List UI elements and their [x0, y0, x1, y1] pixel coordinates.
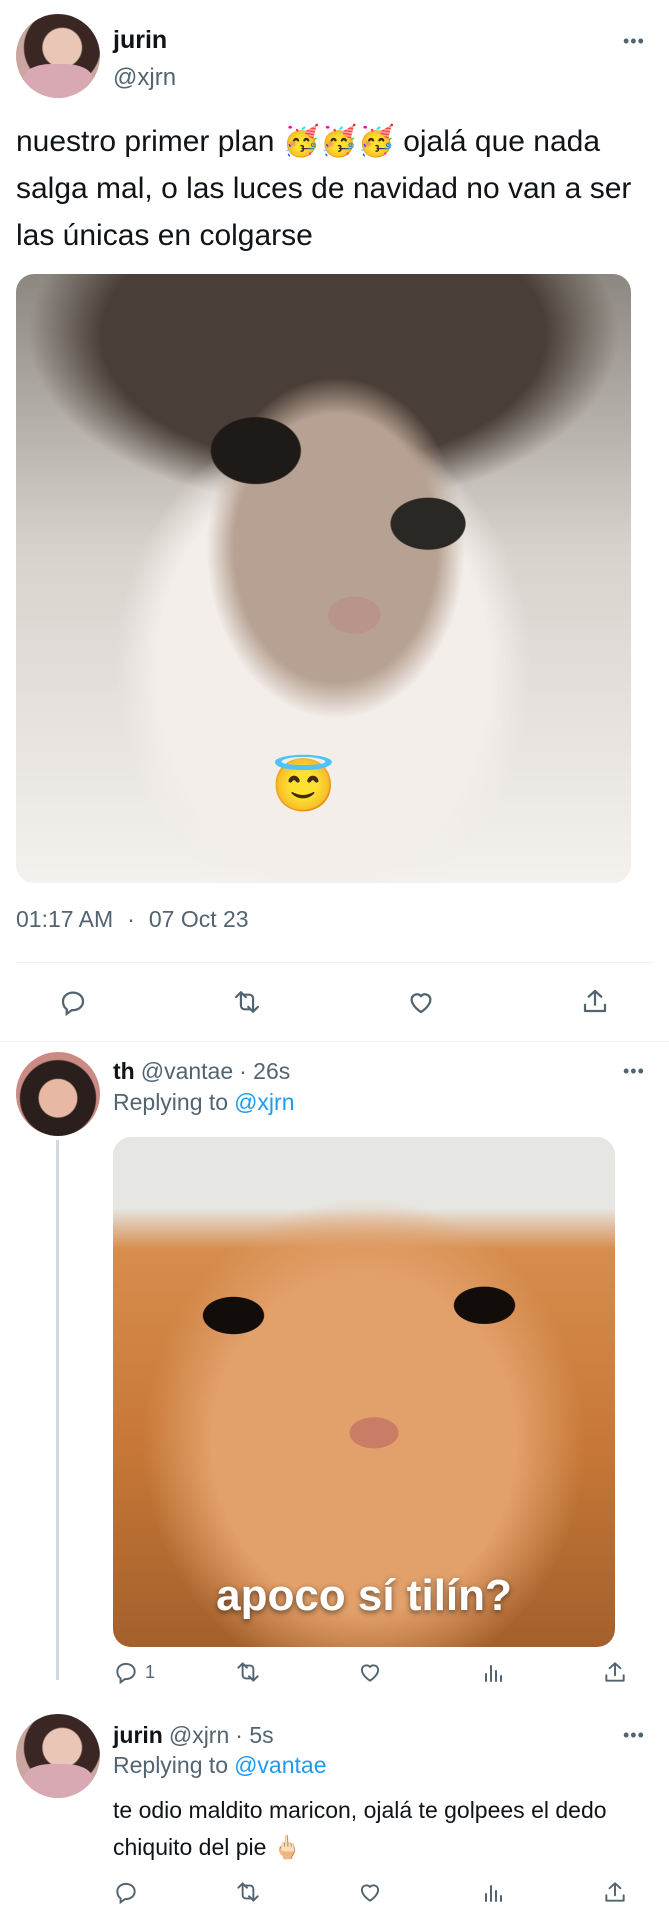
like-icon — [410, 993, 432, 1014]
retweet-icon — [234, 991, 260, 1013]
share-button[interactable] — [602, 1658, 628, 1686]
replying-to-handle[interactable]: @vantae — [234, 1752, 326, 1779]
reply-count: 1 — [145, 1661, 156, 1682]
reply-icon — [61, 991, 85, 1017]
reply-button[interactable]: 1 — [113, 1659, 155, 1685]
reply-button[interactable] — [58, 987, 88, 1017]
more-horizontal-icon[interactable]: ••• — [623, 32, 645, 50]
tweet-date[interactable]: 07 Oct 23 — [149, 906, 249, 933]
avatar[interactable] — [16, 14, 100, 98]
retweet-button[interactable] — [230, 987, 264, 1017]
reply-button[interactable] — [113, 1879, 139, 1905]
tweet-image[interactable]: 😇 — [16, 274, 631, 883]
reply-header: jurin @xjrn · 5s — [113, 1722, 274, 1749]
like-icon — [360, 1664, 380, 1682]
more-horizontal-icon[interactable]: ••• — [623, 1062, 645, 1080]
divider — [0, 1041, 669, 1042]
like-button[interactable] — [356, 1659, 384, 1685]
tweet-text: nuestro primer plan 🥳🥳🥳 ojalá que nada s… — [16, 125, 632, 252]
retweet-button[interactable] — [233, 1659, 263, 1685]
author-display-name[interactable]: th — [113, 1058, 135, 1085]
divider — [16, 962, 653, 963]
reply-image[interactable]: apoco sí tilín? — [113, 1137, 615, 1647]
image-caption: apoco sí tilín? — [216, 1571, 512, 1620]
reply-text: te odio maldito maricon, ojalá te golpee… — [113, 1797, 607, 1860]
replying-to: Replying to @vantae — [113, 1752, 326, 1779]
tweet-time[interactable]: 01:17 AM — [16, 906, 113, 933]
replying-to: Replying to @xjrn — [113, 1089, 295, 1116]
like-button[interactable] — [356, 1879, 384, 1905]
author-handle[interactable]: @xjrn — [169, 1722, 229, 1749]
retweet-icon — [237, 1662, 259, 1682]
share-button[interactable] — [580, 985, 610, 1017]
avatar[interactable] — [16, 1052, 100, 1136]
reply-time[interactable]: · 26s — [239, 1058, 290, 1085]
like-button[interactable] — [405, 987, 437, 1017]
reply-header: th @vantae · 26s — [113, 1058, 290, 1085]
author-display-name[interactable]: jurin — [113, 1722, 163, 1749]
reply-icon — [116, 1882, 136, 1905]
retweet-icon — [237, 1882, 259, 1902]
views-button[interactable] — [481, 1880, 505, 1906]
replying-to-label: Replying to — [113, 1089, 229, 1115]
author-handle[interactable]: @vantae — [141, 1058, 233, 1085]
replying-to-handle[interactable]: @xjrn — [234, 1089, 294, 1116]
share-icon — [583, 989, 607, 1013]
timestamp-separator: · — [127, 906, 135, 932]
replying-to-label: Replying to — [113, 1752, 229, 1778]
share-icon — [605, 1662, 625, 1682]
tweet-timestamp: 01:17 AM · 07 Oct 23 — [16, 906, 249, 933]
share-button[interactable] — [602, 1878, 628, 1906]
views-button[interactable] — [481, 1660, 505, 1686]
more-horizontal-icon[interactable]: ••• — [623, 1726, 645, 1744]
views-icon — [485, 1885, 502, 1902]
author-display-name[interactable]: jurin — [113, 26, 167, 55]
like-icon — [360, 1884, 380, 1902]
avatar[interactable] — [16, 1714, 100, 1798]
retweet-button[interactable] — [233, 1879, 263, 1905]
author-handle[interactable]: @xjrn — [113, 64, 176, 92]
share-icon — [605, 1882, 625, 1902]
reply-icon — [116, 1662, 136, 1685]
smiling-halo-emoji: 😇 — [271, 757, 336, 815]
views-icon — [485, 1665, 502, 1682]
thread-line — [56, 1140, 59, 1680]
reply-time[interactable]: · 5s — [235, 1722, 273, 1749]
